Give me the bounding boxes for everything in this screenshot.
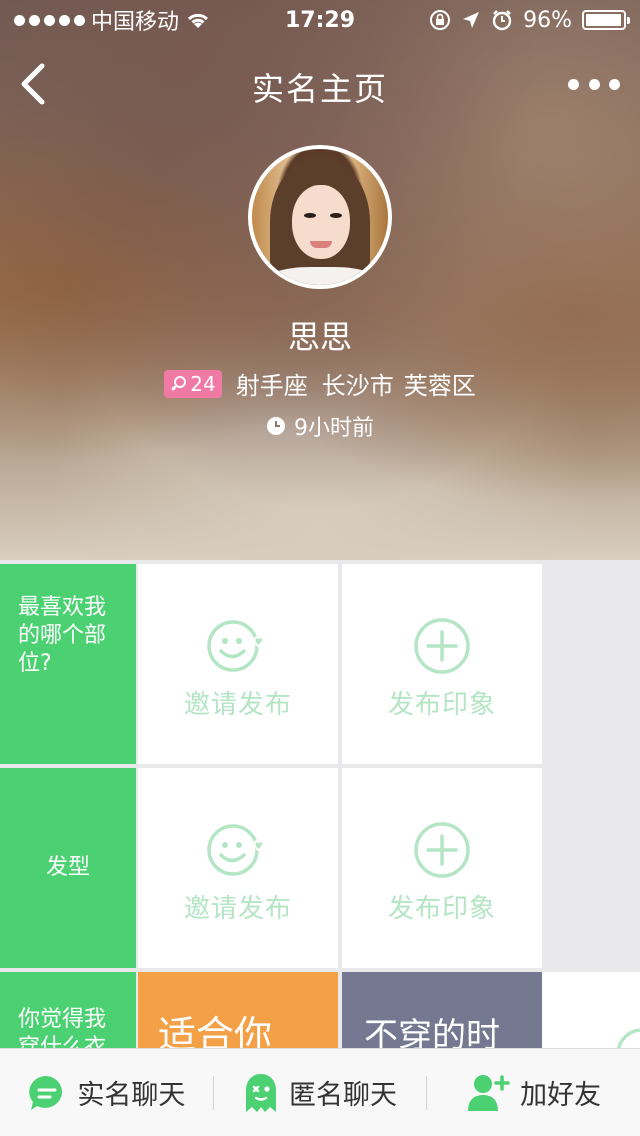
plus-circle-icon: [414, 822, 470, 878]
question-row: 最喜欢我的哪个部位? 邀请发布 发布印象: [0, 560, 640, 764]
alarm-icon: [492, 10, 512, 31]
city-label: 长沙市: [321, 372, 394, 400]
invite-publish-button[interactable]: 邀请发布: [138, 768, 338, 968]
plus-circle-icon: [414, 618, 470, 674]
add-user-icon: [468, 1074, 510, 1111]
age-badge: 24: [164, 369, 222, 398]
signal-strength-icon: [14, 14, 85, 26]
impression-tile[interactable]: 适合你: [138, 972, 338, 1050]
smile-heart-icon: [207, 620, 264, 672]
more-options-button[interactable]: [568, 72, 620, 96]
question-card[interactable]: 你觉得我穿什么衣: [0, 972, 136, 1050]
clock-icon: [267, 417, 285, 435]
invite-label: 邀请发布: [183, 894, 292, 924]
age-value: 24: [190, 371, 216, 396]
avatar[interactable]: [248, 145, 392, 289]
smile-heart-icon: [207, 824, 264, 876]
district-label: 芙蓉区: [403, 372, 476, 400]
anonymous-chat-label: 匿名聊天: [289, 1080, 397, 1111]
publish-impression-button[interactable]: 发布印象: [342, 768, 542, 968]
status-bar: 中国移动 17:29 96%: [0, 0, 640, 40]
question-row: 你觉得我穿什么衣 适合你 不穿的时: [0, 968, 640, 1050]
zodiac-label: 射手座: [235, 372, 308, 400]
bottom-action-bar: 实名聊天 匿名聊天 加好友: [0, 1048, 640, 1136]
profile-meta: 24 射手座 长沙市 芙蓉区: [0, 366, 640, 401]
wifi-icon: [187, 13, 209, 28]
more-dots-icon: [568, 78, 579, 90]
publish-label: 发布印象: [387, 894, 496, 924]
question-row: 发型 邀请发布 发布印象: [0, 764, 640, 968]
battery-icon: [582, 10, 630, 30]
add-friend-button[interactable]: 加好友: [427, 1049, 640, 1136]
publish-label: 发布印象: [387, 690, 496, 720]
invite-label: 邀请发布: [183, 690, 292, 720]
navigation-bar: 实名主页: [0, 48, 640, 120]
question-card[interactable]: 最喜欢我的哪个部位?: [0, 564, 136, 764]
impression-tile-partial[interactable]: [542, 972, 640, 1050]
carrier-label: 中国移动: [91, 10, 180, 35]
add-friend-label: 加好友: [520, 1080, 602, 1111]
ghost-icon: [246, 1073, 276, 1112]
smile-heart-icon: [616, 1028, 640, 1050]
page-title: 实名主页: [251, 70, 388, 108]
question-card[interactable]: 发型: [0, 768, 136, 968]
invite-publish-button[interactable]: 邀请发布: [138, 564, 338, 764]
location-arrow-icon: [463, 12, 480, 28]
publish-impression-button[interactable]: 发布印象: [342, 564, 542, 764]
last-active-row: 9小时前: [0, 410, 640, 442]
impression-tile[interactable]: 不穿的时: [342, 972, 542, 1050]
rotation-lock-icon: [430, 10, 451, 30]
chat-bubble-icon: [29, 1075, 63, 1110]
female-icon: [171, 375, 187, 391]
battery-percent: 96%: [523, 7, 572, 33]
real-name-chat-label: 实名聊天: [77, 1080, 186, 1111]
impression-grid: 最喜欢我的哪个部位? 邀请发布 发布印象 发型 邀请发布 发布印象 你觉得我穿什…: [0, 560, 640, 1050]
profile-header: 中国移动 17:29 96% 实名主页 思思 24 射手座 长沙市 芙蓉区 9小…: [0, 0, 640, 560]
real-name-chat-button[interactable]: 实名聊天: [0, 1049, 213, 1136]
anonymous-chat-button[interactable]: 匿名聊天: [214, 1049, 427, 1136]
last-active-label: 9小时前: [294, 416, 374, 441]
profile-name: 思思: [287, 318, 352, 356]
